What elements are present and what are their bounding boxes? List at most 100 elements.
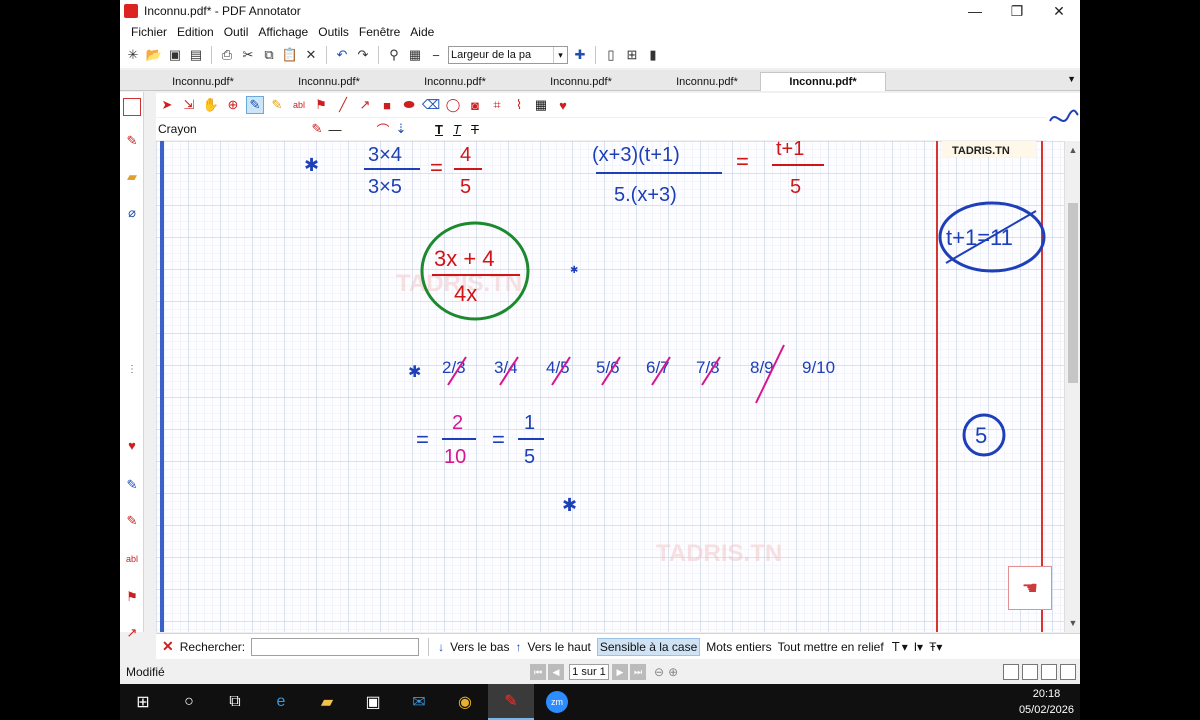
mail-icon[interactable]: ✉: [396, 684, 442, 720]
forward-icon[interactable]: ⊕: [668, 665, 678, 679]
scroll-up-icon[interactable]: ▲: [1065, 143, 1080, 157]
tab-document-6[interactable]: Inconnu.pdf*: [760, 72, 886, 91]
line-width-icon[interactable]: —: [326, 120, 344, 138]
single-page-icon[interactable]: ▯: [602, 46, 620, 64]
text-insert-icon[interactable]: Ŧ▾: [929, 640, 942, 654]
grid-icon[interactable]: ▦: [406, 46, 424, 64]
fullscreen-icon[interactable]: ▮: [644, 46, 662, 64]
cut-icon[interactable]: ✂: [239, 46, 257, 64]
red-pen-icon[interactable]: ✎: [123, 512, 141, 530]
undo-icon[interactable]: ↶: [333, 46, 351, 64]
blank-page-icon[interactable]: [123, 98, 141, 116]
pen-color-icon[interactable]: ✎: [308, 120, 326, 138]
pressure-icon[interactable]: ⇣: [392, 120, 410, 138]
touch-hand-button[interactable]: ☚: [1008, 566, 1052, 610]
stamp-icon[interactable]: ⚑: [123, 588, 141, 606]
hand-tool-icon[interactable]: ✋: [202, 96, 220, 114]
textbox-icon[interactable]: abl: [123, 550, 141, 568]
vertical-scrollbar[interactable]: ▲ ▼: [1064, 141, 1080, 632]
pdf-annotator-icon[interactable]: ✎: [488, 684, 534, 720]
zoom-in-icon[interactable]: ✚: [571, 46, 589, 64]
search-icon[interactable]: ○: [166, 684, 212, 720]
save-all-icon[interactable]: ▤: [187, 46, 205, 64]
menu-affichage[interactable]: Affichage: [253, 25, 313, 39]
blue-pen-icon[interactable]: ✎: [123, 476, 141, 494]
copy-icon[interactable]: ⧉: [260, 46, 278, 64]
ellipse-tool-icon[interactable]: ⬬: [400, 96, 418, 114]
save-icon[interactable]: ▣: [166, 46, 184, 64]
new-document-icon[interactable]: ✳: [124, 46, 142, 64]
eraser-icon[interactable]: ⌫: [422, 96, 440, 114]
text-strike-button[interactable]: T: [466, 120, 484, 138]
marker-icon[interactable]: ✎: [123, 132, 141, 150]
scroll-thumb[interactable]: [1068, 203, 1078, 383]
windows-start-icon[interactable]: ⊞: [120, 684, 166, 720]
zoom-out-icon[interactable]: −: [427, 46, 445, 64]
close-search-icon[interactable]: ✕: [162, 638, 174, 655]
camera-icon[interactable]: ◙: [466, 96, 484, 114]
menu-outil[interactable]: Outil: [219, 25, 254, 39]
line-tool-icon[interactable]: ╱: [334, 96, 352, 114]
system-clock[interactable]: 20:18 05/02/2026: [1019, 686, 1074, 718]
grip-icon[interactable]: ⋮: [123, 360, 141, 378]
stamp-tool-icon[interactable]: ⚑: [312, 96, 330, 114]
layout-facing-icon[interactable]: [1041, 664, 1057, 680]
layout-continuous-icon[interactable]: [1022, 664, 1038, 680]
tab-document-2[interactable]: Inconnu.pdf*: [266, 72, 392, 91]
whole-words-toggle[interactable]: Mots entiers: [706, 640, 771, 654]
redo-icon[interactable]: ↷: [354, 46, 372, 64]
document-view[interactable]: TADRIS.TN TADRIS.TN TADRIS.TN ✱ 3×4 3×5 …: [156, 141, 1064, 632]
text-format-icon[interactable]: Ｔ▾: [890, 638, 908, 655]
text-italic-button[interactable]: T: [448, 120, 466, 138]
menu-fenetre[interactable]: Fenêtre: [354, 25, 405, 39]
next-page-icon[interactable]: ▶: [612, 664, 628, 680]
ruler-icon[interactable]: ⌇: [510, 96, 528, 114]
highlighter-icon[interactable]: ✎: [268, 96, 286, 114]
first-page-icon[interactable]: ⏮: [530, 664, 546, 680]
match-case-toggle[interactable]: Sensible à la case: [596, 637, 701, 656]
lasso-icon[interactable]: ◯: [444, 96, 462, 114]
search-input[interactable]: [251, 637, 420, 656]
minimize-button[interactable]: —: [954, 0, 996, 22]
insert-image-icon[interactable]: ▦: [532, 96, 550, 114]
search-down-button[interactable]: Vers le bas: [450, 640, 509, 654]
text-tool-icon[interactable]: abl: [290, 96, 308, 114]
back-icon[interactable]: ⊖: [654, 665, 664, 679]
text-bold-button[interactable]: T: [430, 120, 448, 138]
menu-edition[interactable]: Edition: [172, 25, 219, 39]
favorite-heart-icon[interactable]: ♥: [123, 436, 141, 454]
tab-list-icon[interactable]: ▼: [1067, 74, 1076, 84]
page-indicator[interactable]: 1 sur 1: [569, 664, 609, 680]
attachment-icon[interactable]: ⌀: [123, 204, 141, 222]
task-view-icon[interactable]: ⧉: [212, 684, 258, 720]
favorites-heart-icon[interactable]: ♥: [554, 96, 572, 114]
chrome-icon[interactable]: ◉: [442, 684, 488, 720]
menu-outils[interactable]: Outils: [313, 25, 354, 39]
layout-single-icon[interactable]: [1003, 664, 1019, 680]
find-icon[interactable]: ⚲: [385, 46, 403, 64]
text-cursor-icon[interactable]: I▾: [914, 640, 923, 654]
tab-document-3[interactable]: Inconnu.pdf*: [392, 72, 518, 91]
restore-button[interactable]: ❐: [996, 0, 1038, 22]
delete-icon[interactable]: ✕: [302, 46, 320, 64]
select-arrow-icon[interactable]: ➤: [158, 96, 176, 114]
file-explorer-icon[interactable]: ▰: [304, 684, 350, 720]
last-page-icon[interactable]: ⏭: [630, 664, 646, 680]
zoom-select[interactable]: Largeur de la pa ▾: [448, 46, 568, 64]
search-up-button[interactable]: Vers le haut: [527, 640, 590, 654]
zoom-tool-icon[interactable]: ⊕: [224, 96, 242, 114]
prev-page-icon[interactable]: ◀: [548, 664, 564, 680]
open-folder-icon[interactable]: 📂: [145, 46, 163, 64]
edge-browser-icon[interactable]: e: [258, 684, 304, 720]
scroll-down-icon[interactable]: ▼: [1065, 616, 1080, 630]
arrow-icon[interactable]: ↗: [123, 624, 141, 642]
crop-icon[interactable]: ⌗: [488, 96, 506, 114]
close-button[interactable]: ✕: [1038, 0, 1080, 22]
sticky-note-icon[interactable]: ▰: [123, 168, 141, 186]
tab-document-1[interactable]: Inconnu.pdf*: [140, 72, 266, 91]
rectangle-tool-icon[interactable]: ■: [378, 96, 396, 114]
fit-page-icon[interactable]: ⊞: [623, 46, 641, 64]
smooth-line-icon[interactable]: ⌒: [374, 120, 392, 138]
pen-tool-icon[interactable]: ✎: [246, 96, 264, 114]
zoom-app-icon[interactable]: zm: [534, 684, 580, 720]
